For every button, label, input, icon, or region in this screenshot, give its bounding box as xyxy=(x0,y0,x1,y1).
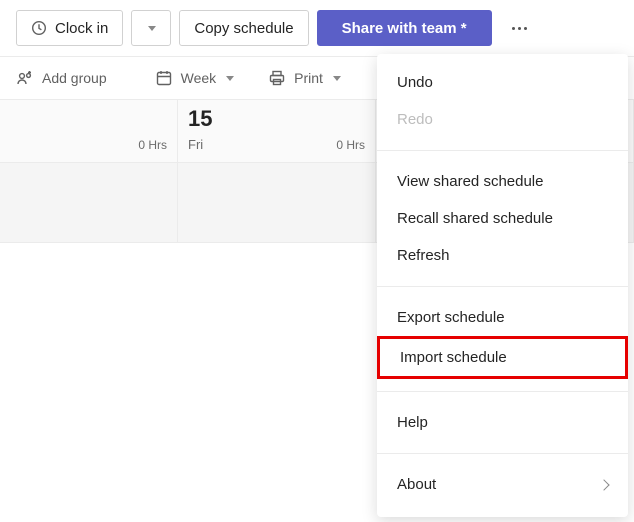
menu-recall-shared-schedule[interactable]: Recall shared schedule xyxy=(377,200,628,237)
day-name: Fri xyxy=(188,137,203,152)
clock-in-label: Clock in xyxy=(55,20,108,37)
menu-refresh-label: Refresh xyxy=(397,247,450,264)
menu-undo-label: Undo xyxy=(397,74,433,91)
menu-import-label: Import schedule xyxy=(400,349,507,366)
menu-export-schedule[interactable]: Export schedule xyxy=(377,299,628,336)
share-with-team-button[interactable]: Share with team * xyxy=(317,10,492,46)
chevron-right-icon xyxy=(598,479,609,490)
share-with-team-label: Share with team * xyxy=(342,20,467,37)
chevron-down-icon xyxy=(148,26,156,31)
add-group-icon xyxy=(16,69,34,87)
copy-schedule-button[interactable]: Copy schedule xyxy=(179,10,308,46)
view-label: Week xyxy=(181,70,217,86)
clock-icon xyxy=(31,20,47,36)
menu-separator xyxy=(377,453,628,454)
menu-about[interactable]: About xyxy=(377,466,628,503)
printer-icon xyxy=(268,69,286,87)
menu-help[interactable]: Help xyxy=(377,404,628,441)
menu-view-shared-schedule[interactable]: View shared schedule xyxy=(377,163,628,200)
calendar-icon xyxy=(155,69,173,87)
menu-redo-label: Redo xyxy=(397,111,433,128)
top-toolbar: Clock in Copy schedule Share with team * xyxy=(0,0,634,56)
hours-label: 0 Hrs xyxy=(336,138,365,152)
menu-export-label: Export schedule xyxy=(397,309,505,326)
clock-in-button[interactable]: Clock in xyxy=(16,10,123,46)
copy-schedule-label: Copy schedule xyxy=(194,20,293,37)
hours-label: 0 Hrs xyxy=(138,138,167,152)
menu-help-label: Help xyxy=(397,414,428,431)
calendar-summary-col: 0 Hrs xyxy=(0,100,178,162)
menu-view-shared-label: View shared schedule xyxy=(397,173,543,190)
menu-import-schedule[interactable]: Import schedule xyxy=(377,336,628,379)
add-group-button[interactable]: Add group xyxy=(16,69,107,87)
day-number: 15 xyxy=(188,106,212,132)
menu-refresh[interactable]: Refresh xyxy=(377,237,628,274)
menu-separator xyxy=(377,150,628,151)
ellipsis-icon xyxy=(512,27,515,30)
calendar-cell[interactable] xyxy=(0,163,178,242)
menu-redo[interactable]: Redo xyxy=(377,101,628,138)
calendar-day-col[interactable]: 15 Fri 0 Hrs xyxy=(178,100,376,162)
menu-about-label: About xyxy=(397,476,436,493)
calendar-cell[interactable] xyxy=(178,163,376,242)
more-options-menu: Undo Redo View shared schedule Recall sh… xyxy=(377,54,628,517)
menu-recall-shared-label: Recall shared schedule xyxy=(397,210,553,227)
more-options-button[interactable] xyxy=(500,10,540,46)
clock-in-split-button[interactable] xyxy=(131,10,171,46)
menu-separator xyxy=(377,286,628,287)
chevron-down-icon xyxy=(333,76,341,81)
menu-undo[interactable]: Undo xyxy=(377,64,628,101)
print-label: Print xyxy=(294,70,323,86)
add-group-label: Add group xyxy=(42,70,107,86)
print-dropdown[interactable]: Print xyxy=(268,69,341,87)
menu-separator xyxy=(377,391,628,392)
view-dropdown[interactable]: Week xyxy=(155,69,235,87)
chevron-down-icon xyxy=(226,76,234,81)
